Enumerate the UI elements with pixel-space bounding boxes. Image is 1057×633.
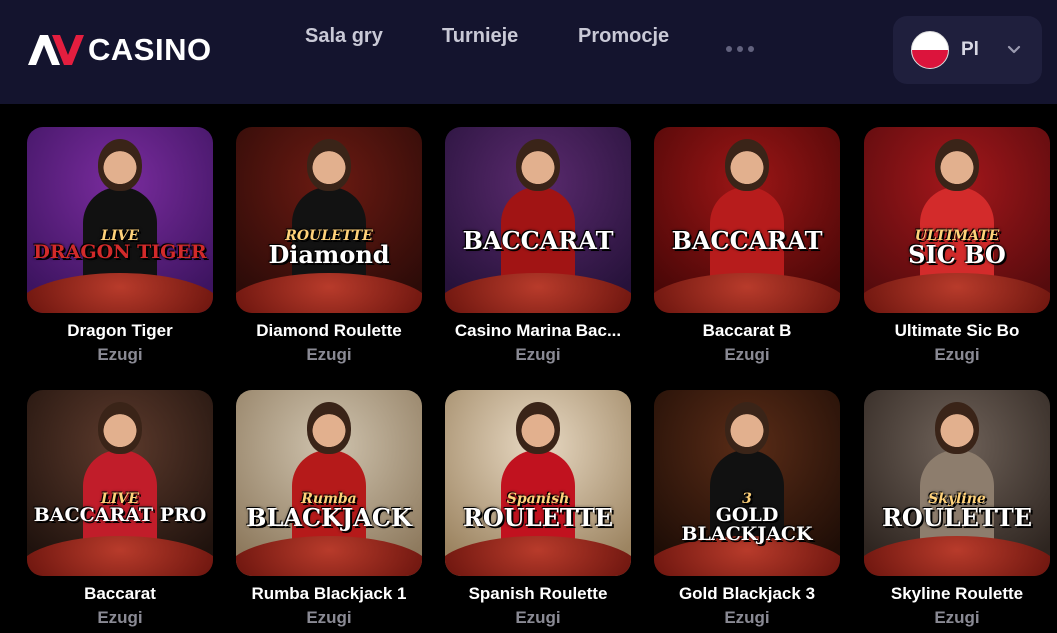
game-card[interactable]: Rumba BLACKJACK Rumba Blackjack 1 Ezugi (236, 390, 422, 628)
game-thumbnail[interactable]: Skyline ROULETTE (864, 390, 1050, 576)
game-table (864, 273, 1050, 313)
game-logo-title: BACCARAT PRO (33, 504, 207, 526)
more-menu-icon[interactable] (726, 46, 754, 52)
game-logo-title: GOLD BLACKJACK (681, 504, 813, 545)
game-provider: Ezugi (306, 608, 352, 627)
game-thumbnail[interactable]: ULTIMATE SIC BO (864, 127, 1050, 313)
dealer-image (501, 139, 575, 297)
game-table (445, 536, 631, 576)
game-logo-title: BACCARAT (462, 226, 614, 255)
game-logo-title: BLACKJACK (246, 503, 412, 532)
game-title[interactable]: Diamond Roulette (236, 321, 422, 341)
game-provider: Ezugi (97, 345, 143, 364)
game-title[interactable]: Baccarat (27, 584, 213, 604)
game-logo: LIVE DRAGON TIGER (27, 229, 213, 262)
game-card[interactable]: ROULETTE Diamond Diamond Roulette Ezugi (236, 127, 422, 365)
game-card[interactable]: LIVE DRAGON TIGER Dragon Tiger Ezugi (27, 127, 213, 365)
game-thumbnail[interactable]: 3 GOLD BLACKJACK (654, 390, 840, 576)
nav-item-promocje[interactable]: Promocje (578, 25, 669, 48)
game-logo: BACCARAT (654, 229, 840, 253)
game-thumbnail[interactable]: ROULETTE Diamond (236, 127, 422, 313)
game-logo-title: ROULETTE (462, 503, 614, 532)
dealer-image (83, 402, 157, 560)
game-title[interactable]: Gold Blackjack 3 (654, 584, 840, 604)
game-logo: Rumba BLACKJACK (236, 492, 422, 530)
game-thumbnail[interactable]: BACCARAT (654, 127, 840, 313)
top-header: CASINO Sala gry Turnieje Promocje Pl (0, 0, 1057, 104)
game-logo-title: Diamond (268, 240, 390, 269)
game-logo: BACCARAT (445, 229, 631, 253)
game-title[interactable]: Dragon Tiger (27, 321, 213, 341)
game-card[interactable]: 3 GOLD BLACKJACK Gold Blackjack 3 Ezugi (654, 390, 840, 628)
game-logo-title: DRAGON TIGER (33, 241, 207, 263)
game-table (27, 536, 213, 576)
game-table (236, 536, 422, 576)
game-provider: Ezugi (97, 608, 143, 627)
brand-name: CASINO (88, 32, 212, 67)
game-provider: Ezugi (306, 345, 352, 364)
dealer-image (710, 139, 784, 297)
game-provider: Ezugi (934, 345, 980, 364)
game-table (654, 273, 840, 313)
chevron-down-icon (1007, 45, 1021, 54)
game-card[interactable]: ULTIMATE SIC BO Ultimate Sic Bo Ezugi (864, 127, 1050, 365)
game-table (27, 273, 213, 313)
game-provider: Ezugi (724, 345, 770, 364)
nav-item-sala-gry[interactable]: Sala gry (305, 25, 383, 48)
game-provider: Ezugi (724, 608, 770, 627)
game-logo: LIVE BACCARAT PRO (27, 492, 213, 525)
game-card[interactable]: BACCARAT Casino Marina Bac... Ezugi (445, 127, 631, 365)
game-logo: ROULETTE Diamond (236, 229, 422, 267)
games-grid: LIVE DRAGON TIGER Dragon Tiger Ezugi ROULETT… (0, 104, 1057, 633)
game-provider: Ezugi (934, 608, 980, 627)
game-thumbnail[interactable]: BACCARAT (445, 127, 631, 313)
game-logo: ULTIMATE SIC BO (864, 229, 1050, 267)
game-logo-title: SIC BO (908, 240, 1006, 269)
game-thumbnail[interactable]: LIVE DRAGON TIGER (27, 127, 213, 313)
game-table (445, 273, 631, 313)
game-card[interactable]: Spanish ROULETTE Spanish Roulette Ezugi (445, 390, 631, 628)
game-provider: Ezugi (515, 345, 561, 364)
game-logo: Skyline ROULETTE (864, 492, 1050, 530)
game-table (236, 273, 422, 313)
game-title[interactable]: Baccarat B (654, 321, 840, 341)
language-code: Pl (961, 39, 979, 60)
game-logo-title: BACCARAT (671, 226, 823, 255)
game-logo: 3 GOLD BLACKJACK (654, 492, 840, 544)
language-selector[interactable]: Pl (893, 16, 1042, 84)
game-title[interactable]: Skyline Roulette (864, 584, 1050, 604)
poland-flag-icon (911, 31, 949, 69)
game-table (864, 536, 1050, 576)
nav-item-turnieje[interactable]: Turnieje (442, 25, 518, 48)
game-title[interactable]: Spanish Roulette (445, 584, 631, 604)
game-thumbnail[interactable]: Spanish ROULETTE (445, 390, 631, 576)
game-card[interactable]: BACCARAT Baccarat B Ezugi (654, 127, 840, 365)
game-thumbnail[interactable]: Rumba BLACKJACK (236, 390, 422, 576)
brand-logo[interactable]: CASINO (26, 30, 212, 70)
game-thumbnail[interactable]: LIVE BACCARAT PRO (27, 390, 213, 576)
game-provider: Ezugi (515, 608, 561, 627)
game-card[interactable]: LIVE BACCARAT PRO Baccarat Ezugi (27, 390, 213, 628)
game-card[interactable]: Skyline ROULETTE Skyline Roulette Ezugi (864, 390, 1050, 628)
brand-mark-icon (28, 35, 84, 65)
game-title[interactable]: Casino Marina Bac... (445, 321, 631, 341)
game-title[interactable]: Rumba Blackjack 1 (236, 584, 422, 604)
game-logo: Spanish ROULETTE (445, 492, 631, 530)
game-title[interactable]: Ultimate Sic Bo (864, 321, 1050, 341)
game-logo-title: ROULETTE (881, 503, 1033, 532)
dealer-image (83, 139, 157, 297)
